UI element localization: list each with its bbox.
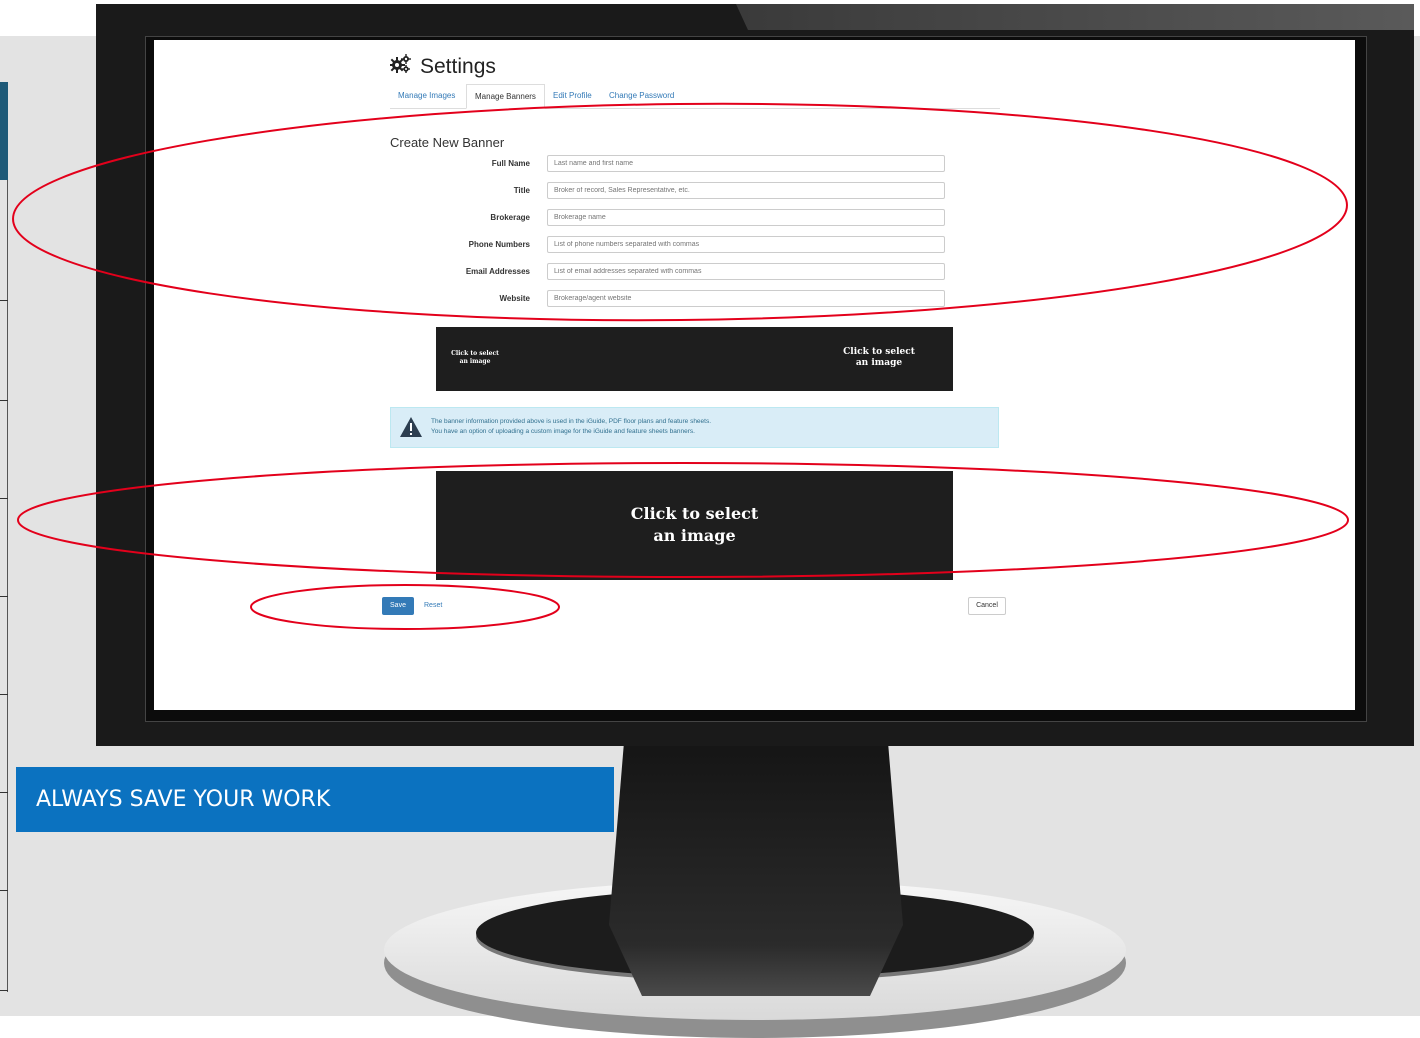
banner-image-picker-large[interactable]: Click to select an image [436, 471, 953, 580]
settings-title: Settings [420, 55, 496, 78]
cancel-button[interactable]: Cancel [968, 597, 1006, 615]
section-title: Create New Banner [390, 135, 505, 150]
left-accent-strip [0, 82, 8, 180]
website-label: Website [499, 294, 530, 303]
tab-change-password[interactable]: Change Password [601, 84, 682, 107]
full-name-label: Full Name [491, 159, 530, 168]
title-label: Title [513, 186, 530, 195]
phone-numbers-input[interactable] [547, 236, 945, 253]
monitor-sheen [736, 4, 1414, 30]
monitor-neck [609, 742, 903, 996]
email-addresses-label: Email Addresses [465, 267, 530, 276]
full-name-input[interactable] [547, 155, 945, 172]
email-addresses-input[interactable] [547, 263, 945, 280]
banner-image-picker-small[interactable]: Click to select an image Click to select… [436, 327, 953, 391]
website-input[interactable] [547, 290, 945, 307]
banner-small-right-text: Click to select an image [843, 347, 915, 368]
brokerage-input[interactable] [547, 209, 945, 226]
callout-text: ALWAYS SAVE YOUR WORK [36, 787, 331, 812]
reset-link[interactable]: Reset [424, 597, 442, 615]
left-tick-lines [0, 180, 8, 1000]
info-line-2: You have an option of uploading a custom… [431, 428, 695, 435]
tab-manage-banners[interactable]: Manage Banners [466, 84, 545, 109]
title-input[interactable] [547, 182, 945, 199]
screen: Settings Manage Images Manage Banners Ed… [154, 40, 1355, 710]
gears-icon [389, 54, 412, 80]
warning-icon [399, 416, 423, 440]
phone-numbers-label: Phone Numbers [468, 240, 530, 249]
info-line-1: The banner information provided above is… [431, 418, 712, 425]
info-alert: The banner information provided above is… [390, 407, 999, 448]
banner-small-left-text: Click to select an image [451, 350, 499, 365]
settings-tabs: Manage Images Manage Banners Edit Profil… [390, 84, 1000, 109]
callout-banner: ALWAYS SAVE YOUR WORK [16, 767, 614, 832]
tab-manage-images[interactable]: Manage Images [390, 84, 463, 107]
save-button[interactable]: Save [382, 597, 414, 615]
banner-large-text: Click to select an image [630, 504, 759, 545]
brokerage-label: Brokerage [490, 213, 530, 222]
tab-edit-profile[interactable]: Edit Profile [545, 84, 600, 107]
page-title: Settings [389, 54, 496, 80]
